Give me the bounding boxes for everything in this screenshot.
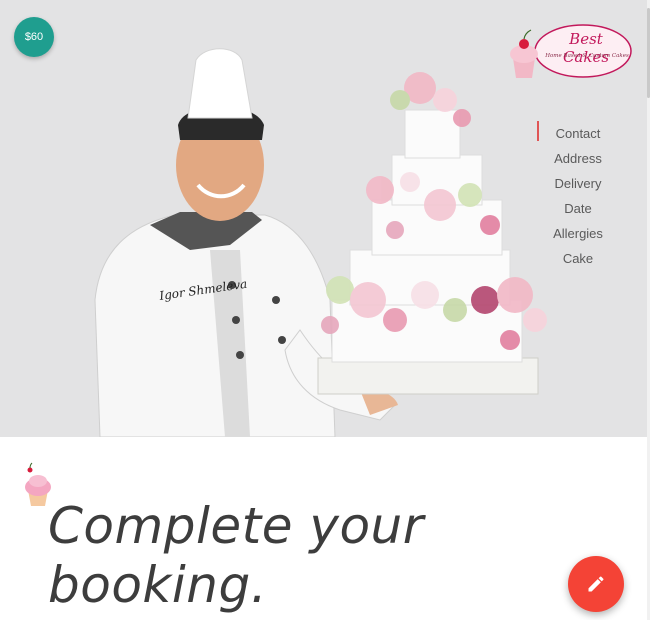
headline-line-1: Complete your [48, 497, 424, 555]
booking-headline: Complete your booking. [48, 497, 488, 615]
headline-line-2: booking. [48, 556, 268, 614]
nav-item-delivery[interactable]: Delivery [538, 171, 618, 196]
logo-title: Best Cakes [562, 30, 610, 66]
edit-fab-button[interactable] [568, 556, 624, 612]
price-badge[interactable]: $60 [14, 17, 54, 57]
pencil-icon [588, 576, 604, 592]
hero-banner: Igor Shmeleva $60 Best Cakes Home Based … [0, 0, 647, 437]
section-nav: Contact Address Delivery Date Allergies … [538, 121, 618, 271]
nav-item-address[interactable]: Address [538, 146, 618, 171]
nav-item-date[interactable]: Date [538, 196, 618, 221]
nav-item-cake[interactable]: Cake [538, 246, 618, 271]
logo-subtitle: Home Based & Custom Cakes [545, 53, 629, 59]
nav-item-allergies[interactable]: Allergies [538, 221, 618, 246]
nav-item-contact[interactable]: Contact [538, 121, 618, 146]
